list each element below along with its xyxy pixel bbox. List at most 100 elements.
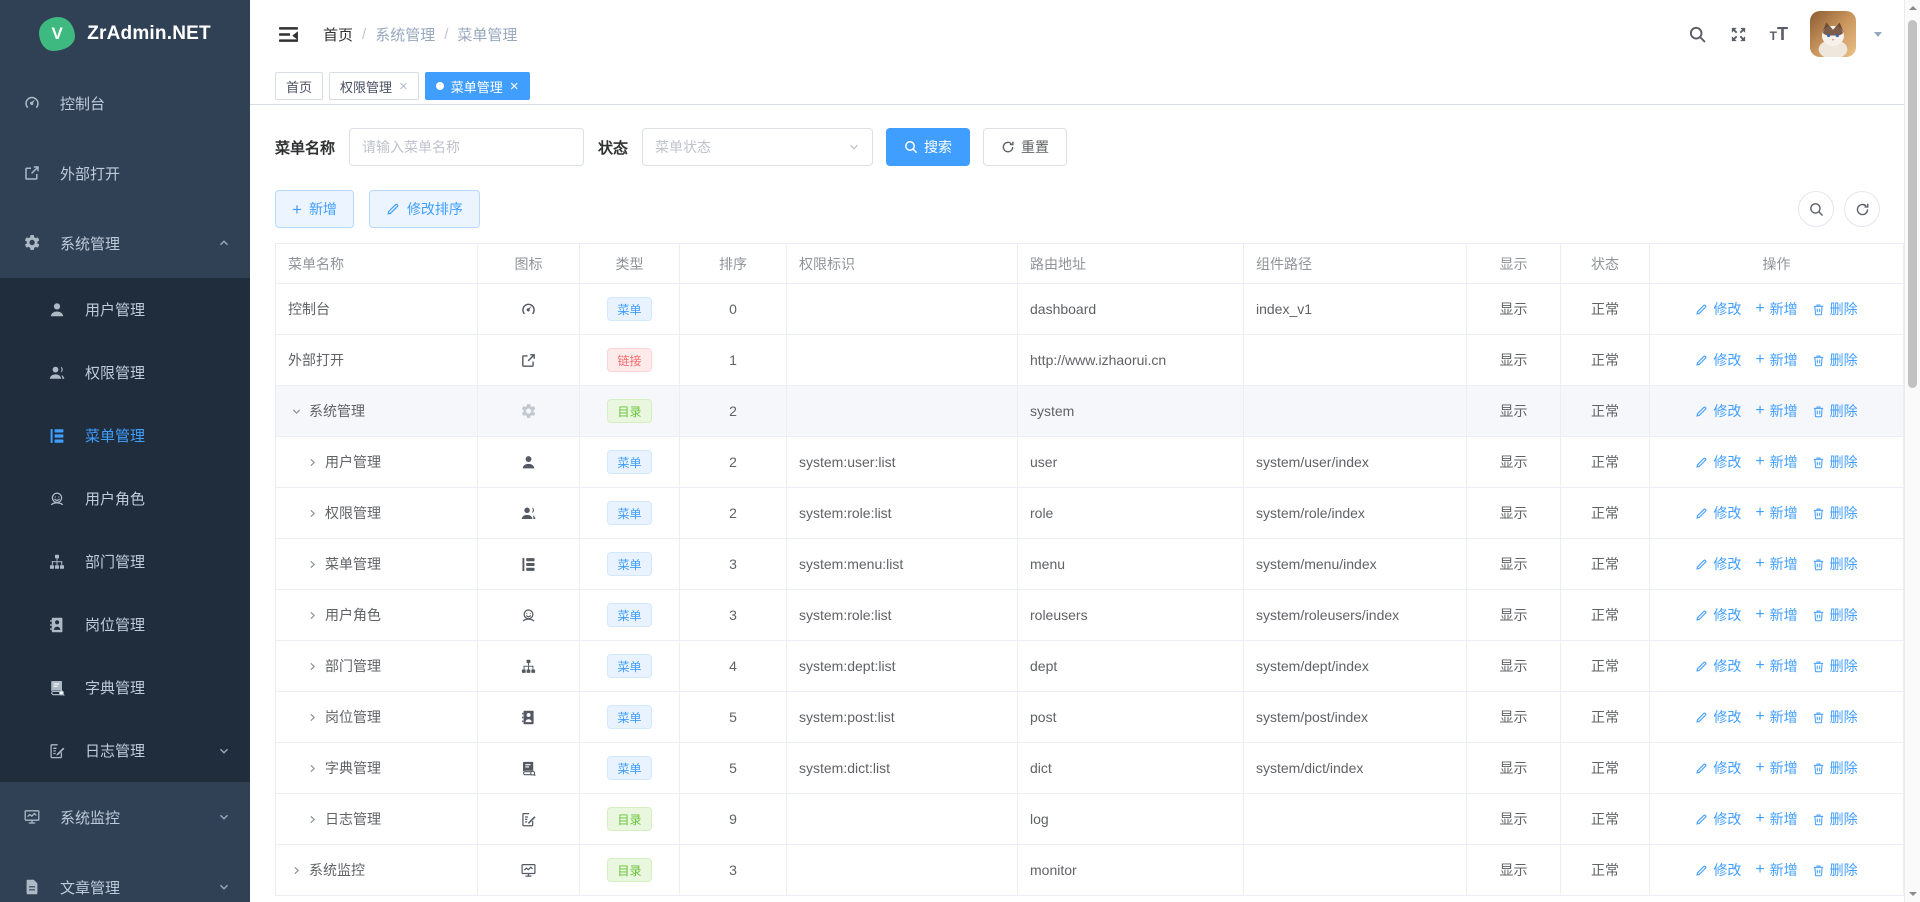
scroll-up-arrow[interactable] (1909, 6, 1917, 10)
delete-link[interactable]: 删除 (1812, 554, 1858, 574)
add-link[interactable]: + 新增 (1755, 605, 1797, 625)
avatar[interactable] (1810, 11, 1856, 57)
edit-link-label: 修改 (1713, 401, 1741, 421)
expand-arrow-icon[interactable] (304, 760, 320, 776)
edit-link[interactable]: 修改 (1695, 656, 1741, 676)
edit-link[interactable]: 修改 (1695, 605, 1741, 625)
sidebar-item-1[interactable]: 外部打开 (0, 138, 250, 208)
sidebar-item-7[interactable]: 部门管理 (0, 530, 250, 593)
tab-label: 菜单管理 (451, 77, 503, 96)
edit-link-label: 修改 (1713, 809, 1741, 829)
sidebar-item-4[interactable]: 权限管理 (0, 341, 250, 404)
edit-link[interactable]: 修改 (1695, 554, 1741, 574)
expand-arrow-icon[interactable] (304, 505, 320, 521)
add-link[interactable]: + 新增 (1755, 809, 1797, 829)
close-icon[interactable]: × (399, 79, 408, 94)
delete-link[interactable]: 删除 (1812, 350, 1858, 370)
sidebar-item-6[interactable]: 用户角色 (0, 467, 250, 530)
expand-arrow-icon[interactable] (304, 658, 320, 674)
sidebar-item-8[interactable]: 岗位管理 (0, 593, 250, 656)
status-select[interactable]: 菜单状态 (642, 128, 873, 166)
edit-link[interactable]: 修改 (1695, 401, 1741, 421)
edit-link[interactable]: 修改 (1695, 809, 1741, 829)
edit-link[interactable]: 修改 (1695, 452, 1741, 472)
expand-arrow-icon[interactable] (288, 862, 304, 878)
sidebar-item-0[interactable]: 控制台 (0, 68, 250, 138)
sidebar-item-5[interactable]: 菜单管理 (0, 404, 250, 467)
add-link[interactable]: + 新增 (1755, 350, 1797, 370)
scrollbar-thumb[interactable] (1908, 20, 1917, 388)
sidebar-item-10[interactable]: 日志管理 (0, 719, 250, 782)
delete-link[interactable]: 删除 (1812, 809, 1858, 829)
sidebar-item-2[interactable]: 系统管理 (0, 208, 250, 278)
edit-link[interactable]: 修改 (1695, 503, 1741, 523)
sidebar-item-9[interactable]: 字典管理 (0, 656, 250, 719)
add-link[interactable]: + 新增 (1755, 503, 1797, 523)
sidebar-collapse-button[interactable] (278, 24, 299, 45)
edit-link[interactable]: 修改 (1695, 350, 1741, 370)
tab-2[interactable]: 菜单管理 × (425, 72, 530, 100)
scroll-down-arrow[interactable] (1909, 892, 1917, 896)
app-logo[interactable]: V ZrAdmin.NET (0, 0, 250, 68)
tab-0[interactable]: 首页 (275, 72, 323, 100)
add-link[interactable]: + 新增 (1755, 656, 1797, 676)
expand-arrow-icon[interactable] (304, 811, 320, 827)
table-row: 用户管理 菜单 2 system:user:list user system/u… (276, 437, 1903, 488)
perms-cell: system:role:list (787, 488, 1018, 538)
add-link[interactable]: + 新增 (1755, 299, 1797, 319)
window-scrollbar[interactable] (1904, 0, 1920, 902)
delete-link[interactable]: 删除 (1812, 452, 1858, 472)
sidebar-item-11[interactable]: 系统监控 (0, 782, 250, 852)
add-link[interactable]: + 新增 (1755, 554, 1797, 574)
delete-link[interactable]: 删除 (1812, 503, 1858, 523)
status-cell: 正常 (1561, 794, 1650, 844)
toggle-search-button[interactable] (1798, 191, 1834, 227)
add-link[interactable]: + 新增 (1755, 860, 1797, 880)
delete-link[interactable]: 删除 (1812, 860, 1858, 880)
plus-icon: + (1755, 301, 1764, 317)
edit-link[interactable]: 修改 (1695, 758, 1741, 778)
delete-link[interactable]: 删除 (1812, 401, 1858, 421)
menu-name-input[interactable] (349, 128, 584, 166)
expand-arrow-icon[interactable] (304, 454, 320, 470)
edit-icon (386, 202, 400, 216)
refresh-icon (1001, 140, 1015, 154)
edit-link[interactable]: 修改 (1695, 860, 1741, 880)
users-icon (47, 363, 67, 383)
search-button[interactable]: 搜索 (886, 128, 970, 166)
edit-link-label: 修改 (1713, 656, 1741, 676)
expand-arrow-icon[interactable] (288, 403, 304, 419)
edit-link[interactable]: 修改 (1695, 299, 1741, 319)
close-icon[interactable]: × (510, 79, 519, 94)
add-link[interactable]: + 新增 (1755, 401, 1797, 421)
tab-1[interactable]: 权限管理 × (329, 72, 419, 100)
header-search-button[interactable] (1688, 25, 1707, 44)
add-link[interactable]: + 新增 (1755, 758, 1797, 778)
add-button[interactable]: + 新增 (275, 190, 354, 228)
edit-link[interactable]: 修改 (1695, 707, 1741, 727)
delete-link[interactable]: 删除 (1812, 758, 1858, 778)
add-link[interactable]: + 新增 (1755, 452, 1797, 472)
delete-link[interactable]: 删除 (1812, 299, 1858, 319)
delete-link[interactable]: 删除 (1812, 605, 1858, 625)
reset-button[interactable]: 重置 (983, 128, 1067, 166)
delete-link[interactable]: 删除 (1812, 707, 1858, 727)
expand-arrow-icon[interactable] (304, 709, 320, 725)
fullscreen-button[interactable] (1729, 25, 1748, 44)
status-select-placeholder: 菜单状态 (655, 137, 711, 157)
sidebar-item-12[interactable]: 文章管理 (0, 852, 250, 902)
expand-arrow-icon[interactable] (304, 607, 320, 623)
order-cell: 9 (680, 794, 787, 844)
user-menu-caret[interactable] (1872, 28, 1884, 40)
breadcrumb-home[interactable]: 首页 (323, 24, 353, 45)
delete-link[interactable]: 删除 (1812, 656, 1858, 676)
trash-icon (1812, 660, 1825, 673)
active-dot-icon (436, 82, 444, 90)
font-size-button[interactable]: TT (1770, 25, 1788, 43)
expand-arrow-icon[interactable] (304, 556, 320, 572)
add-link[interactable]: + 新增 (1755, 707, 1797, 727)
refresh-table-button[interactable] (1844, 191, 1880, 227)
edit-sort-button[interactable]: 修改排序 (369, 190, 480, 228)
sidebar-item-3[interactable]: 用户管理 (0, 278, 250, 341)
route-cell: post (1018, 692, 1244, 742)
